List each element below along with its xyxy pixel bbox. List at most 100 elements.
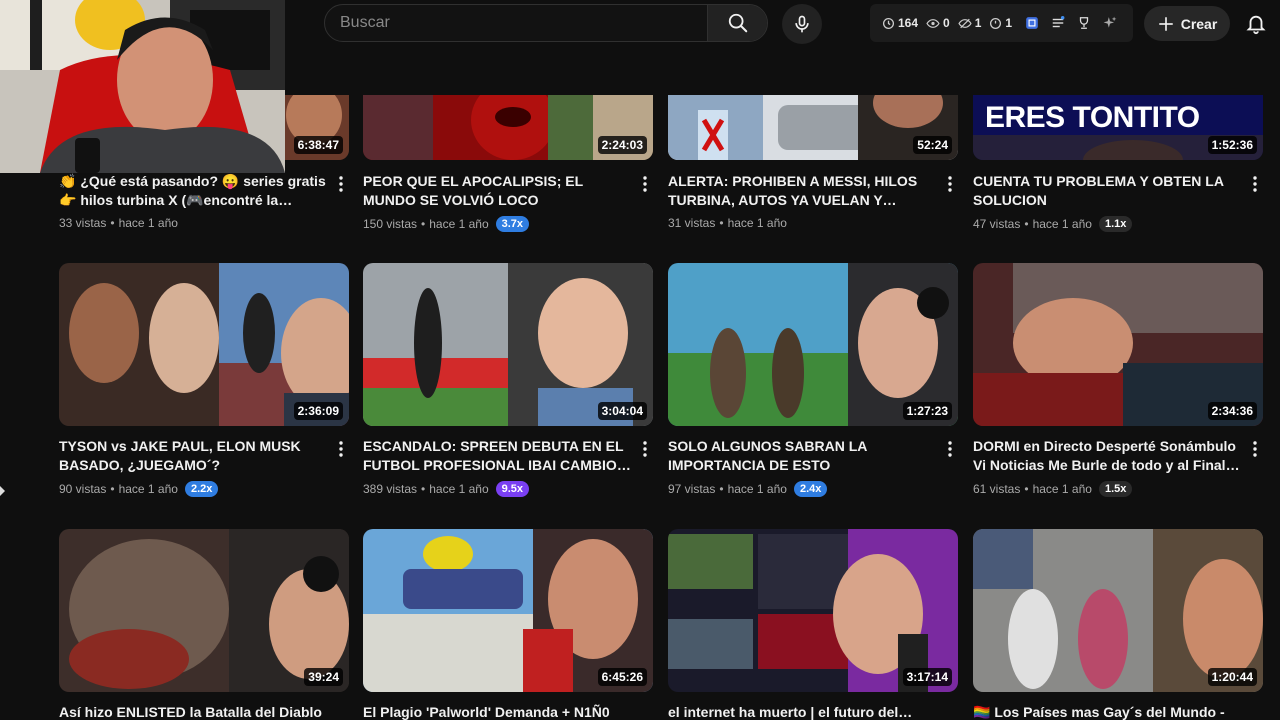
eye-off-icon <box>958 18 972 28</box>
more-vert-icon <box>643 176 647 192</box>
upload-age: hace 1 año <box>1032 217 1092 231</box>
view-count: 33 vistas <box>59 216 107 230</box>
more-actions-button[interactable] <box>942 174 958 194</box>
video-title[interactable]: El Plagio 'Palworld' Demanda + N1Ñ0 <box>363 703 631 720</box>
video-title[interactable]: DORMI en Directo Desperté Sonámbulo Vi N… <box>973 437 1241 475</box>
video-thumbnail[interactable]: 1:20:44 <box>973 529 1263 692</box>
upload-age: hace 1 año <box>429 482 489 496</box>
video-title[interactable]: el internet ha muerto | el futuro del ca… <box>668 703 936 720</box>
video-title[interactable]: TYSON vs JAKE PAUL, ELON MUSK BASADO, ¿J… <box>59 437 327 475</box>
extension-stats-bar: 164 0 1 1 <box>870 4 1133 42</box>
video-thumbnail[interactable]: 52:24 <box>668 95 958 160</box>
video-card[interactable]: 2:36:09 TYSON vs JAKE PAUL, ELON MUSK BA… <box>59 263 349 503</box>
video-title[interactable]: Así hizo ENLISTED la Batalla del Diablo <box>59 703 327 720</box>
more-actions-button[interactable] <box>333 439 349 459</box>
stat-value: 164 <box>898 16 919 30</box>
video-card[interactable]: 1:20:44 🏳️‍🌈 Los Países mas Gay´s del Mu… <box>973 529 1263 720</box>
video-thumbnail[interactable]: 6:45:26 <box>363 529 653 692</box>
video-thumbnail[interactable]: 2:34:36 <box>973 263 1263 426</box>
translate-icon <box>1026 17 1038 29</box>
more-vert-icon <box>1253 441 1257 457</box>
video-card[interactable]: 2:24:03 PEOR QUE EL APOCALIPSIS; EL MUND… <box>363 95 653 236</box>
video-title[interactable]: SOLO ALGUNOS SABRAN LA IMPORTANCIA DE ES… <box>668 437 936 475</box>
clock-icon <box>882 17 895 29</box>
performance-badge: 1.1x <box>1098 216 1133 232</box>
thumbnail-overlay-text: ERES TONTITO <box>985 101 1200 134</box>
view-count: 61 vistas <box>973 482 1021 496</box>
search-icon <box>728 13 747 33</box>
more-vert-icon <box>948 176 952 192</box>
video-thumbnail[interactable]: 2:24:03 <box>363 95 653 160</box>
video-card[interactable]: 3:17:14 el internet ha muerto | el futur… <box>668 529 958 720</box>
video-card[interactable]: 6:45:26 El Plagio 'Palworld' Demanda + N… <box>363 529 653 720</box>
video-duration: 39:24 <box>304 668 343 686</box>
video-card[interactable]: 39:24 Así hizo ENLISTED la Batalla del D… <box>59 529 349 720</box>
extension-button-blue[interactable] <box>1023 14 1041 32</box>
video-card[interactable]: 52:24 ALERTA: PROHIBEN A MESSI, HILOS TU… <box>668 95 958 236</box>
more-actions-button[interactable] <box>333 174 349 194</box>
extension-button-list[interactable] <box>1049 14 1067 32</box>
extension-button-sparkle[interactable] <box>1101 14 1119 32</box>
notifications-button[interactable] <box>1242 10 1270 38</box>
create-button[interactable]: Crear <box>1144 6 1230 41</box>
video-duration: 1:27:23 <box>902 402 952 420</box>
view-count: 389 vistas <box>363 482 418 496</box>
upload-age: hace 1 año <box>118 482 178 496</box>
streamer-webcam-overlay <box>0 0 285 173</box>
plus-icon <box>1158 16 1173 31</box>
view-count: 31 vistas <box>668 216 716 230</box>
video-duration: 2:36:09 <box>293 402 343 420</box>
video-thumbnail[interactable]: 2:36:09 <box>59 263 349 426</box>
more-actions-button[interactable] <box>637 439 653 459</box>
video-card[interactable]: ERES TONTITO 1:52:36 CUENTA TU PROBLEMA … <box>973 95 1263 236</box>
video-duration: 3:04:04 <box>597 402 647 420</box>
video-thumbnail[interactable]: 1:27:23 <box>668 263 958 426</box>
performance-badge: 9.5x <box>495 481 530 497</box>
video-thumbnail[interactable]: 3:17:14 <box>668 529 958 692</box>
upload-age: hace 1 año <box>727 216 787 230</box>
stat-value: 0 <box>943 16 950 30</box>
video-meta: 61 vistas • hace 1 año 1.5x <box>973 481 1133 497</box>
more-actions-button[interactable] <box>1247 439 1263 459</box>
video-title[interactable]: 👏 ¿Qué está pasando? 😛 series gratis 👉 h… <box>59 172 327 210</box>
video-duration: 1:20:44 <box>1207 668 1257 686</box>
trophy-icon <box>1079 17 1089 29</box>
video-title[interactable]: CUENTA TU PROBLEMA Y OBTEN LA SOLUCION <box>973 172 1241 210</box>
extension-button-trophy[interactable] <box>1075 14 1093 32</box>
more-vert-icon <box>1253 176 1257 192</box>
video-title[interactable]: ESCANDALO: SPREEN DEBUTA EN EL FUTBOL PR… <box>363 437 631 475</box>
video-duration: 3:17:14 <box>902 668 952 686</box>
video-title[interactable]: ALERTA: PROHIBEN A MESSI, HILOS TURBINA,… <box>668 172 936 210</box>
stat-clock: 164 <box>882 16 918 30</box>
video-title[interactable]: PEOR QUE EL APOCALIPSIS; EL MUNDO SE VOL… <box>363 172 631 210</box>
more-actions-button[interactable] <box>942 439 958 459</box>
clock-outline-icon <box>990 17 1002 29</box>
voice-search-button[interactable] <box>782 4 822 44</box>
video-thumbnail[interactable]: 39:24 <box>59 529 349 692</box>
video-thumbnail[interactable]: ERES TONTITO 1:52:36 <box>973 95 1263 160</box>
microphone-icon <box>795 15 809 33</box>
more-actions-button[interactable] <box>637 174 653 194</box>
video-duration: 1:52:36 <box>1207 136 1257 154</box>
more-vert-icon <box>339 441 343 457</box>
stat-eye: 0 <box>926 16 950 30</box>
search-box <box>324 4 768 42</box>
video-card[interactable]: 3:04:04 ESCANDALO: SPREEN DEBUTA EN EL F… <box>363 263 653 503</box>
performance-badge: 2.4x <box>793 481 828 497</box>
video-meta: 90 vistas • hace 1 año 2.2x <box>59 481 219 497</box>
performance-badge: 3.7x <box>495 216 530 232</box>
video-duration: 6:38:47 <box>293 136 343 154</box>
video-title[interactable]: 🏳️‍🌈 Los Países mas Gay´s del Mundo - <box>973 703 1241 720</box>
video-card[interactable]: 2:34:36 DORMI en Directo Desperté Sonámb… <box>973 263 1263 503</box>
more-actions-button[interactable] <box>1247 174 1263 194</box>
video-thumbnail[interactable]: 3:04:04 <box>363 263 653 426</box>
video-duration: 52:24 <box>913 136 952 154</box>
video-card[interactable]: 1:27:23 SOLO ALGUNOS SABRAN LA IMPORTANC… <box>668 263 958 503</box>
bell-icon <box>1246 15 1266 35</box>
video-meta: 31 vistas • hace 1 año <box>668 216 787 230</box>
video-duration: 2:24:03 <box>597 136 647 154</box>
search-input[interactable] <box>325 5 709 41</box>
mouse-cursor-icon <box>0 486 5 496</box>
search-button[interactable] <box>707 5 767 41</box>
stat-clock-outline: 1 <box>989 16 1012 30</box>
